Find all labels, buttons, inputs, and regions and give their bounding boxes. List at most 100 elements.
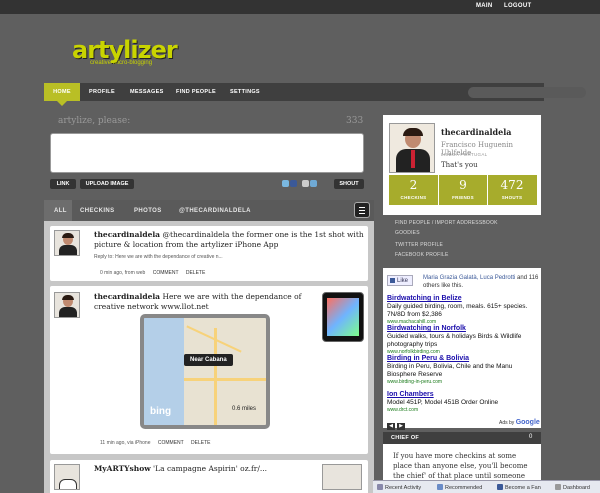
tab-photos[interactable]: PHOTOS (134, 208, 162, 214)
facebook-icon (497, 484, 503, 490)
nav-tab-profile[interactable]: PROFILE (89, 83, 115, 101)
composer-prompt: artylize, please: (58, 116, 131, 126)
post-body: 'La campagne Aspirin' oz.fr/... (153, 464, 268, 473)
character-counter: 333 (346, 116, 364, 126)
location-map[interactable]: Near Cabana bing 0.6 miles (140, 314, 270, 429)
stat-checkins[interactable]: 2 CHECKINS (389, 175, 438, 205)
logo-word: artylizer (72, 36, 178, 64)
map-pin-label: Near Cabana (184, 354, 233, 366)
nav-tab-find-people[interactable]: FIND PEOPLE (176, 83, 216, 101)
google-logo: Google (515, 419, 540, 426)
stat-value: 2 (409, 178, 418, 192)
nav-tab-settings[interactable]: SETTINGS (230, 83, 260, 101)
ad-item[interactable]: Ion Chambers Model 451P, Model 451B Orde… (387, 390, 539, 414)
main-nav: HOME PROFILE MESSAGES FIND PEOPLE SETTIN… (44, 83, 586, 106)
activity-feed: ALL CHECKINS PHOTOS @THECARDINALDELA the… (44, 200, 374, 493)
main-link[interactable]: MAIN (476, 3, 493, 9)
goodies-link[interactable]: GOODIES (395, 230, 420, 236)
tab-user-mentions[interactable]: @THECARDINALDELA (179, 208, 251, 214)
dashboard-button[interactable]: Dashboard (555, 484, 590, 491)
stat-label: CHECKINS (400, 195, 427, 200)
link-button[interactable]: LINK (50, 179, 76, 189)
ad-item[interactable]: Birdwatching in Norfolk Guided walks, to… (387, 324, 539, 356)
thumbs-up-icon (437, 484, 443, 490)
sidebar-links: FIND PEOPLE / IMPORT ADDRESSBOOK GOODIES… (383, 215, 541, 265)
ad-title[interactable]: Birdwatching in Norfolk (387, 324, 539, 333)
logo-tagline: creative micro-blogging (90, 60, 153, 66)
ad-title[interactable]: Ion Chambers (387, 390, 539, 399)
stat-value: 472 (500, 178, 524, 192)
logout-link[interactable]: LOGOUT (504, 3, 531, 9)
settings-icon[interactable] (302, 180, 309, 187)
liked-by-names[interactable]: Maria Grazia Galatà, Luca Pedrotti (423, 275, 515, 281)
profile-card: thecardinaldela Francisco Huguenin Uhlfe… (383, 115, 541, 215)
delete-link[interactable]: DELETE (186, 270, 205, 276)
stat-friends[interactable]: 9 FRIENDS (438, 175, 487, 205)
twitter-icon[interactable] (282, 180, 289, 187)
post-text: thecardinaldela Here we are with the dep… (94, 292, 304, 312)
stat-shouts[interactable]: 472 SHOUTS (487, 175, 536, 205)
comment-link[interactable]: COMMENT (158, 440, 184, 446)
iphone-image[interactable] (322, 292, 364, 342)
profile-photo[interactable] (389, 123, 435, 173)
artylizer-logo[interactable]: artylizer creative micro-blogging (72, 36, 178, 66)
feed-menu-icon[interactable] (354, 202, 370, 218)
stat-label: SHOUTS (501, 195, 523, 200)
location-icon[interactable] (310, 180, 317, 187)
post-username[interactable]: thecardinaldela (94, 292, 160, 301)
ad-description: Daily guided birding, room, meals. 615+ … (387, 303, 528, 318)
chief-toggle[interactable]: 0 (529, 434, 532, 440)
recommended-button[interactable]: Recommended (437, 484, 482, 491)
facebook-like-button[interactable]: Like (387, 275, 413, 286)
nav-tab-messages[interactable]: MESSAGES (130, 83, 164, 101)
ad-item[interactable]: Birdwatching in Belize Daily guided bird… (387, 294, 539, 326)
ad-description: Birding in Peru, Bolivia, Chile and the … (387, 363, 513, 378)
find-people-link[interactable]: FIND PEOPLE / IMPORT ADDRESSBOOK (395, 220, 498, 226)
facebook-icon[interactable] (290, 180, 297, 187)
search-input[interactable] (468, 87, 586, 98)
profile-username[interactable]: thecardinaldela (441, 127, 511, 137)
ad-title[interactable]: Birdwatching in Belize (387, 294, 539, 303)
ad-description: Model 451P, Model 451B Order Online (387, 399, 499, 406)
feed-post: thecardinaldela @thecardinaldela the for… (50, 226, 368, 281)
ad-title[interactable]: Birding in Peru & Bolivia (387, 354, 539, 363)
dashboard-label: Dashboard (563, 485, 590, 491)
post-username[interactable]: thecardinaldela (94, 230, 160, 239)
nav-tab-home[interactable]: HOME (44, 83, 80, 106)
post-textarea[interactable] (50, 133, 364, 173)
become-fan-label: Become a Fan (505, 485, 541, 491)
facebook-like-text: Maria Grazia Galatà, Luca Pedrotti and 1… (423, 274, 539, 290)
avatar[interactable] (54, 464, 80, 490)
map-scale: 0.6 miles (232, 406, 257, 412)
delete-link[interactable]: DELETE (191, 440, 210, 446)
post-username[interactable]: MyARTYshow (94, 464, 151, 473)
recent-activity-label: Recent Activity (385, 485, 422, 491)
post-meta: 11 min ago, via iPhone COMMENT DELETE (100, 440, 210, 446)
ad-item[interactable]: Birding in Peru & Bolivia Birding in Per… (387, 354, 539, 386)
facebook-profile-link[interactable]: FACEBOOK PROFILE (395, 252, 449, 258)
recommended-label: Recommended (445, 485, 483, 491)
ad-description: Guided walks, tours & holidays Birds & W… (387, 333, 522, 348)
post-thumbnail[interactable] (322, 464, 362, 490)
tab-checkins[interactable]: CHECKINS (80, 208, 115, 214)
activity-icon (377, 484, 383, 490)
upload-image-button[interactable]: UPLOAD IMAGE (80, 179, 134, 189)
reply-to: Reply to: Here we are with the dependanc… (94, 254, 223, 260)
shout-button[interactable]: SHOUT (334, 179, 364, 189)
comment-link[interactable]: COMMENT (153, 270, 179, 276)
chief-title: CHIEF OF (391, 435, 420, 441)
recent-activity-button[interactable]: Recent Activity (377, 484, 421, 491)
ad-pager: ◀ ▶ (387, 419, 407, 430)
feed-tabs: ALL CHECKINS PHOTOS @THECARDINALDELA (44, 200, 374, 221)
become-fan-button[interactable]: Become a Fan (497, 484, 541, 491)
ads-by-google[interactable]: Ads by Google (499, 419, 540, 426)
twitter-profile-link[interactable]: TWITTER PROFILE (395, 242, 443, 248)
ad-prev-icon[interactable]: ◀ (387, 423, 395, 430)
tab-all[interactable]: ALL (54, 208, 67, 214)
ad-next-icon[interactable]: ▶ (397, 423, 405, 430)
ad-url[interactable]: www.birding-in-peru.com (387, 379, 539, 386)
top-bar: MAIN LOGOUT (0, 0, 600, 14)
avatar[interactable] (54, 292, 80, 318)
ad-url[interactable]: www.drct.com (387, 407, 539, 414)
avatar[interactable] (54, 230, 80, 256)
